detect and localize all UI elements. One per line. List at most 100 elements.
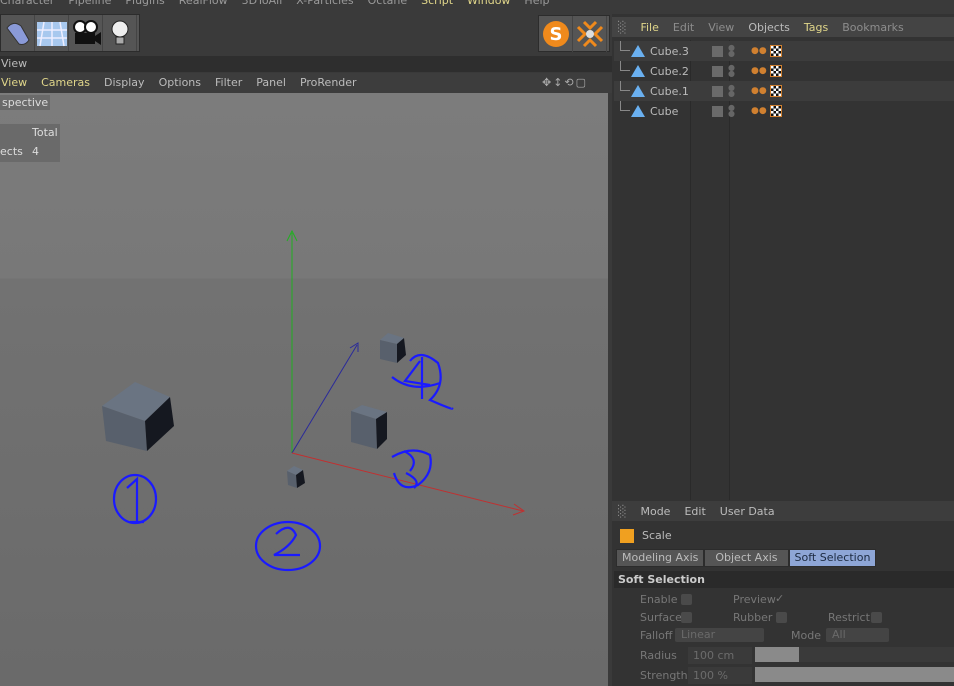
texture-tag-icon[interactable]: [769, 85, 782, 97]
omenu-edit[interactable]: Edit: [673, 21, 694, 34]
material-tag-icon[interactable]: ●●: [751, 86, 767, 96]
texture-tag-icon[interactable]: [769, 45, 782, 57]
strength-slider[interactable]: [755, 667, 954, 682]
object-row[interactable]: Cube.2 ● ● ●●: [614, 61, 954, 81]
vmenu-cameras[interactable]: Cameras: [41, 73, 90, 93]
tool-name: Scale: [642, 529, 672, 542]
falloff-label: Falloff: [640, 629, 673, 642]
preview-checkbox[interactable]: ✓: [775, 592, 784, 605]
layer-icon[interactable]: [712, 85, 723, 97]
amenu-mode[interactable]: Mode: [640, 505, 670, 518]
viewport-menu: View Cameras Display Options Filter Pane…: [0, 73, 612, 93]
snap-icon: [576, 20, 603, 48]
material-tag-icon[interactable]: ●●: [751, 66, 767, 76]
menu-script[interactable]: Script: [421, 0, 453, 8]
strength-label: Strength: [640, 669, 688, 682]
material-tag-icon[interactable]: ●●: [751, 106, 767, 116]
solo-button[interactable]: S: [539, 16, 573, 52]
visibility-dots-icon[interactable]: ● ●: [728, 64, 735, 78]
rubber-checkbox[interactable]: [776, 612, 787, 623]
enable-checkbox[interactable]: [681, 594, 692, 605]
snap-button[interactable]: [573, 16, 607, 52]
radius-slider[interactable]: [755, 647, 954, 662]
object-name[interactable]: Cube: [650, 105, 708, 118]
annotations: [112, 353, 454, 572]
visibility-dots-icon[interactable]: ● ●: [728, 104, 735, 118]
x-axis: [291, 452, 524, 512]
vmenu-options[interactable]: Options: [159, 73, 201, 93]
viewport[interactable]: spective Total ects 4: [0, 93, 608, 686]
menu-realflow[interactable]: RealFlow: [179, 0, 228, 8]
vmenu-filter[interactable]: Filter: [215, 73, 242, 93]
menu-octane[interactable]: Octane: [368, 0, 408, 8]
scale-tool-icon: [620, 529, 634, 543]
texture-tag-icon[interactable]: [769, 65, 782, 77]
menu-window[interactable]: Window: [467, 0, 510, 8]
restrict-checkbox[interactable]: [871, 612, 882, 623]
object-row[interactable]: Cube.1 ● ● ●●: [614, 81, 954, 101]
omenu-objects[interactable]: Objects: [748, 21, 790, 34]
deformer-button[interactable]: [1, 15, 35, 51]
radius-input[interactable]: 100 cm: [688, 647, 752, 664]
visibility-dots-icon[interactable]: ● ●: [728, 44, 735, 58]
omenu-view[interactable]: View: [708, 21, 734, 34]
mode-dropdown[interactable]: All: [826, 628, 889, 642]
tree-line: [620, 101, 630, 111]
object-row[interactable]: Cube.3 ● ● ●●: [614, 41, 954, 61]
cube-large[interactable]: [102, 382, 174, 451]
menu-xparticles[interactable]: X-Particles: [296, 0, 353, 8]
camera-icon: [72, 20, 101, 45]
tab-object-axis[interactable]: Object Axis: [704, 549, 789, 567]
preview-label: Preview: [733, 593, 776, 606]
polygon-object-icon: [631, 105, 645, 117]
grip-icon[interactable]: ░: [618, 505, 626, 518]
object-name[interactable]: Cube.1: [650, 85, 708, 98]
toolbar: [0, 14, 140, 52]
radius-label: Radius: [640, 649, 677, 662]
omenu-tags[interactable]: Tags: [804, 21, 828, 34]
amenu-edit[interactable]: Edit: [684, 505, 705, 518]
layer-icon[interactable]: [712, 105, 723, 117]
texture-tag-icon[interactable]: [769, 105, 782, 117]
layer-icon[interactable]: [712, 45, 723, 57]
surface-checkbox[interactable]: [681, 612, 692, 623]
vmenu-panel[interactable]: Panel: [256, 73, 286, 93]
vmenu-prorender[interactable]: ProRender: [300, 73, 357, 93]
camera-button[interactable]: [69, 15, 103, 51]
cube-medium[interactable]: [351, 405, 387, 449]
tab-modeling-axis[interactable]: Modeling Axis: [616, 549, 705, 567]
vmenu-display[interactable]: Display: [104, 73, 145, 93]
rubber-label: Rubber: [733, 611, 773, 624]
layer-icon[interactable]: [712, 65, 723, 77]
object-row[interactable]: Cube ● ● ●●: [614, 101, 954, 121]
material-tag-icon[interactable]: ●●: [751, 46, 767, 56]
cube-small[interactable]: [287, 466, 305, 488]
polygon-object-icon: [631, 85, 645, 97]
omenu-file[interactable]: File: [640, 21, 658, 34]
tree-line: [620, 41, 630, 51]
object-name[interactable]: Cube.3: [650, 45, 708, 58]
tree-line: [620, 61, 630, 71]
strength-input[interactable]: 100 %: [688, 667, 752, 684]
menu-character[interactable]: Character: [0, 0, 54, 8]
viewport-title: View: [0, 56, 612, 72]
menu-plugins[interactable]: Plugins: [125, 0, 164, 8]
vmenu-view[interactable]: View: [1, 73, 27, 93]
grip-icon[interactable]: ░: [618, 21, 626, 34]
light-button[interactable]: [103, 15, 137, 51]
tab-soft-selection[interactable]: Soft Selection: [788, 549, 877, 567]
amenu-user-data[interactable]: User Data: [720, 505, 775, 518]
menu-3dtoall[interactable]: 3DToAll: [242, 0, 283, 8]
falloff-dropdown[interactable]: Linear: [675, 628, 764, 642]
annotation-4: [391, 353, 454, 410]
viewport-nav-icons[interactable]: ✥↕⟲▢: [542, 73, 588, 93]
object-name[interactable]: Cube.2: [650, 65, 708, 78]
omenu-bookmarks[interactable]: Bookmarks: [842, 21, 903, 34]
enable-label: Enable: [640, 593, 678, 606]
floor-button[interactable]: [35, 15, 69, 51]
menu-help[interactable]: Help: [524, 0, 549, 8]
visibility-dots-icon[interactable]: ● ●: [728, 84, 735, 98]
cube-back[interactable]: [380, 333, 406, 363]
annotation-3: [391, 449, 432, 489]
menu-pipeline[interactable]: Pipeline: [68, 0, 111, 8]
